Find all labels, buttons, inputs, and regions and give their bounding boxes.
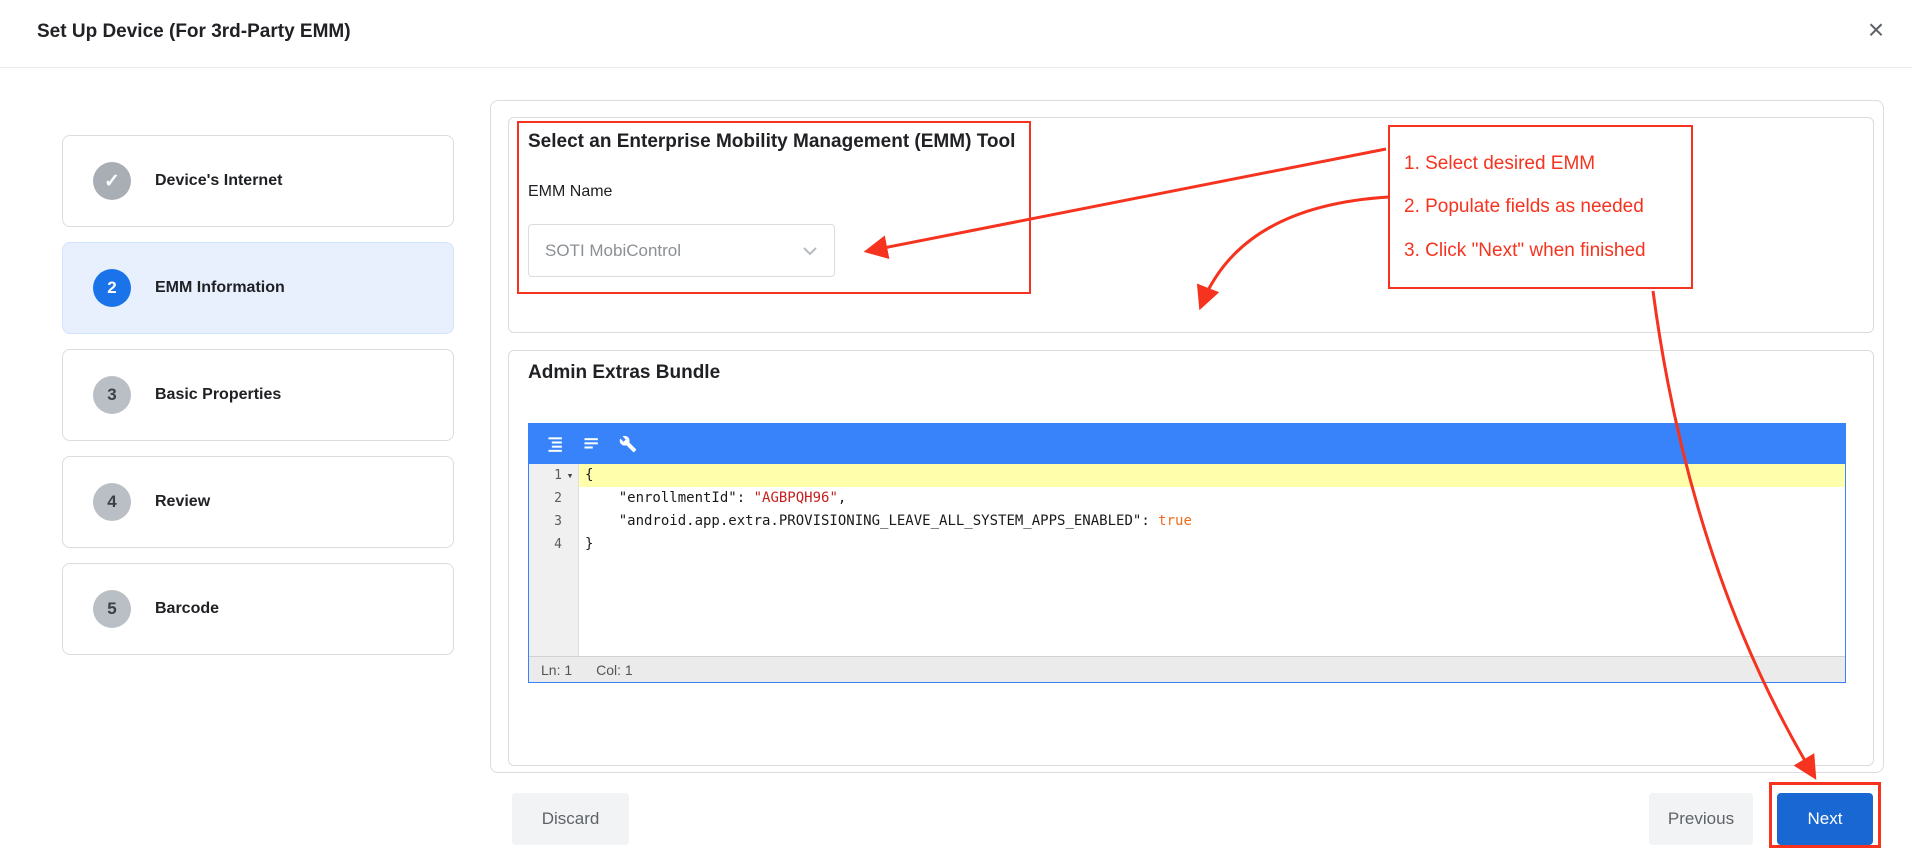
- editor-code-area[interactable]: { "enrollmentId": "AGBPQH96", "android.a…: [579, 464, 1845, 656]
- gutter-line: 4: [529, 533, 578, 556]
- annotation-instructions-box: 1. Select desired EMM 2. Populate fields…: [1388, 125, 1693, 289]
- code-token: :: [1141, 513, 1158, 529]
- status-line: Ln: 1: [541, 662, 572, 678]
- step-number-badge: 5: [93, 590, 131, 628]
- compact-icon[interactable]: [577, 429, 607, 459]
- status-col: Col: 1: [596, 662, 633, 678]
- step-label: Device's Internet: [155, 172, 282, 190]
- code-line-1: {: [579, 464, 1845, 487]
- annotation-step-2: 2. Populate fields as needed: [1404, 196, 1677, 218]
- json-editor-body[interactable]: 1 ▾ 2 3 4 { "enrollmentId": "A: [529, 464, 1845, 656]
- gutter-line: 1 ▾: [529, 464, 578, 487]
- check-icon: ✓: [93, 162, 131, 200]
- step-item-emm-information[interactable]: 2 EMM Information: [62, 242, 454, 334]
- line-number: 3: [554, 514, 562, 529]
- code-line-3: "android.app.extra.PROVISIONING_LEAVE_AL…: [579, 510, 1845, 533]
- gutter-line: 3: [529, 510, 578, 533]
- json-editor: 1 ▾ 2 3 4 { "enrollmentId": "A: [528, 423, 1846, 683]
- step-number-badge: 2: [93, 269, 131, 307]
- step-item-devices-internet[interactable]: ✓ Device's Internet: [62, 135, 454, 227]
- code-token: [585, 490, 619, 506]
- code-token: true: [1158, 513, 1192, 529]
- step-item-basic-properties[interactable]: 3 Basic Properties: [62, 349, 454, 441]
- step-label: EMM Information: [155, 279, 285, 297]
- format-icon[interactable]: [541, 429, 571, 459]
- step-label: Basic Properties: [155, 386, 281, 404]
- json-editor-toolbar: [529, 424, 1845, 464]
- emm-name-select[interactable]: SOTI MobiControl: [528, 224, 835, 277]
- step-label: Review: [155, 493, 210, 511]
- step-item-review[interactable]: 4 Review: [62, 456, 454, 548]
- code-token: ,: [838, 490, 846, 506]
- next-button[interactable]: Next: [1777, 793, 1873, 845]
- code-token: :: [737, 490, 754, 506]
- header-divider: [0, 67, 1912, 68]
- step-number-badge: 3: [93, 376, 131, 414]
- step-item-barcode[interactable]: 5 Barcode: [62, 563, 454, 655]
- discard-button[interactable]: Discard: [512, 793, 629, 845]
- annotation-step-3: 3. Click "Next" when finished: [1404, 240, 1677, 262]
- code-line-4: }: [579, 533, 1845, 556]
- line-number: 2: [554, 491, 562, 506]
- code-token: }: [585, 536, 593, 552]
- editor-gutter: 1 ▾ 2 3 4: [529, 464, 579, 656]
- step-number-badge: 4: [93, 483, 131, 521]
- step-label: Barcode: [155, 600, 219, 618]
- annotation-step-1: 1. Select desired EMM: [1404, 153, 1677, 175]
- emm-selected-value: SOTI MobiControl: [545, 241, 802, 261]
- code-token: "android.app.extra.PROVISIONING_LEAVE_AL…: [619, 513, 1142, 529]
- fold-caret-icon[interactable]: ▾: [562, 469, 578, 482]
- repair-icon[interactable]: [613, 429, 643, 459]
- emm-section-heading: Select an Enterprise Mobility Management…: [528, 131, 1015, 153]
- code-token: [585, 513, 619, 529]
- wizard-stepper: ✓ Device's Internet 2 EMM Information 3 …: [62, 135, 454, 670]
- admin-extras-heading: Admin Extras Bundle: [528, 362, 720, 384]
- emm-name-label: EMM Name: [528, 183, 612, 201]
- chevron-down-icon: [802, 246, 818, 256]
- code-line-2: "enrollmentId": "AGBPQH96",: [579, 487, 1845, 510]
- editor-status-bar: Ln: 1 Col: 1: [529, 656, 1845, 682]
- gutter-line: 2: [529, 487, 578, 510]
- code-token: {: [585, 467, 593, 483]
- previous-button[interactable]: Previous: [1649, 793, 1753, 845]
- close-icon[interactable]: ×: [1858, 12, 1894, 48]
- code-token: "AGBPQH96": [754, 490, 838, 506]
- setup-device-modal: Set Up Device (For 3rd-Party EMM) × ✓ De…: [0, 0, 1912, 852]
- line-number: 4: [554, 537, 562, 552]
- page-title: Set Up Device (For 3rd-Party EMM): [37, 21, 351, 43]
- code-token: "enrollmentId": [619, 490, 737, 506]
- line-number: 1: [554, 468, 562, 483]
